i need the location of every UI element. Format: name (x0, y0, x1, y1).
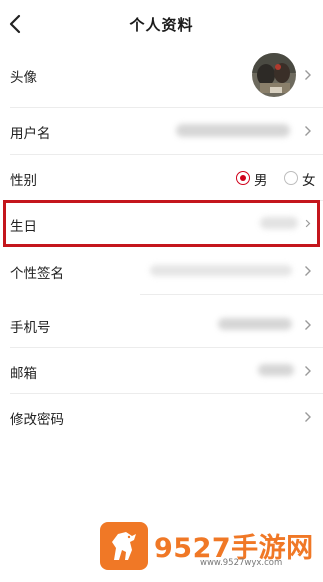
horse-logo-icon (112, 532, 136, 560)
avatar[interactable] (252, 53, 296, 97)
gender-male-radio[interactable] (236, 171, 250, 185)
chevron-right-icon (305, 320, 311, 330)
chevron-right-icon (305, 412, 311, 422)
username-value-redacted (176, 124, 290, 137)
chevron-right-icon (305, 266, 311, 276)
gender-female-radio[interactable] (284, 171, 298, 185)
chevron-right-icon (305, 70, 311, 80)
row-signature[interactable]: 个性签名 (0, 248, 323, 294)
phone-value-redacted (218, 318, 292, 330)
avatar-label: 头像 (10, 70, 37, 86)
gender-female-label[interactable]: 女 (302, 169, 316, 189)
row-phone[interactable]: 手机号 (0, 302, 323, 348)
page-title: 个人资料 (129, 16, 194, 34)
signature-value-redacted (150, 265, 292, 276)
chevron-right-icon (305, 366, 311, 376)
row-username[interactable]: 用户名 (0, 108, 323, 154)
row-change-password[interactable]: 修改密码 (0, 394, 323, 440)
watermark-url: www.9527wyx.com (200, 558, 283, 568)
highlight-box (3, 200, 320, 247)
divider (140, 294, 323, 295)
row-email[interactable]: 邮箱 (0, 348, 323, 394)
gender-male-label[interactable]: 男 (254, 169, 268, 189)
email-value-redacted (258, 364, 294, 376)
row-gender: 性别 (0, 155, 323, 200)
watermark-logo (100, 522, 148, 570)
gender-label: 性别 (10, 173, 37, 189)
profile-screen: 个人资料 头像 用户名 性别 男 女 生日 个性签名 手机号 邮箱 修改密码 9… (0, 0, 323, 582)
phone-label: 手机号 (10, 320, 51, 336)
change-password-label: 修改密码 (10, 412, 64, 428)
nav-bar: 个人资料 (0, 0, 323, 48)
chevron-right-icon (305, 126, 311, 136)
username-label: 用户名 (10, 126, 51, 142)
signature-label: 个性签名 (10, 266, 64, 282)
email-label: 邮箱 (10, 366, 37, 382)
